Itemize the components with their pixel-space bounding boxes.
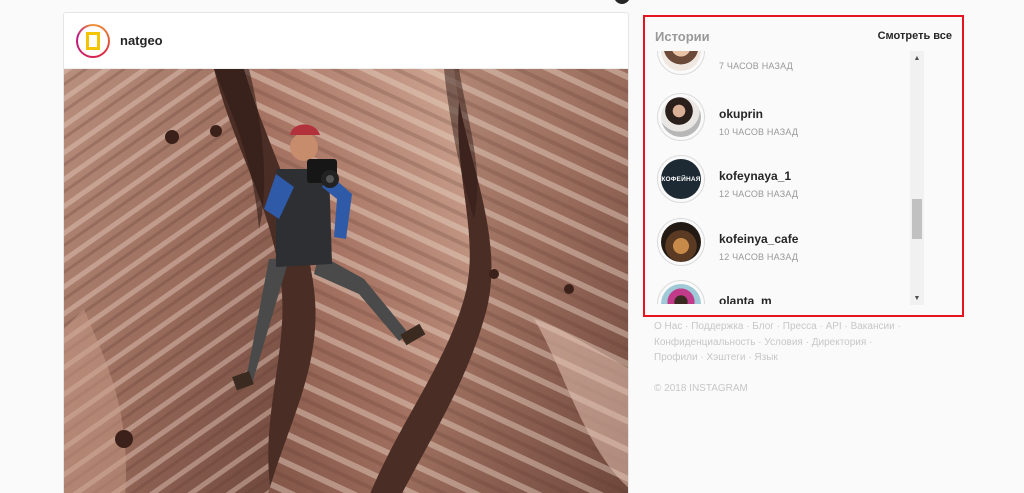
story-time: 12 ЧАСОВ НАЗАД: [719, 189, 799, 199]
story-avatar-badge: КОФЕЙНАЯ: [661, 175, 701, 183]
story-username[interactable]: kofeynaya_1: [719, 169, 791, 183]
story-username[interactable]: okuprin: [719, 107, 763, 121]
footer-link[interactable]: Директория: [812, 337, 867, 348]
post-card: natgeo: [63, 12, 629, 493]
footer-link[interactable]: Условия: [764, 337, 803, 348]
see-all-stories-link[interactable]: Смотреть все: [878, 30, 952, 42]
story-avatar[interactable]: [657, 51, 705, 75]
story-time: 10 ЧАСОВ НАЗАД: [719, 127, 799, 137]
national-geographic-logo-icon: [78, 25, 108, 56]
stories-scrollbar[interactable]: ▲ ▼: [910, 51, 924, 305]
scroll-up-arrow-icon[interactable]: ▲: [910, 51, 924, 65]
footer-link[interactable]: API: [826, 321, 842, 332]
footer-link[interactable]: Профили: [654, 352, 698, 363]
story-username[interactable]: olanta_m: [719, 294, 772, 304]
scroll-down-arrow-icon[interactable]: ▼: [910, 291, 924, 305]
story-username[interactable]: kofeinya_cafe: [719, 232, 798, 246]
footer-link[interactable]: Конфиденциальность: [654, 337, 755, 348]
scrollbar-thumb[interactable]: [912, 199, 922, 239]
canyon-photo: [64, 69, 628, 493]
story-avatar[interactable]: [657, 218, 705, 266]
copyright-text: © 2018 INSTAGRAM: [654, 383, 748, 394]
stories-header: Истории Смотреть все: [655, 27, 952, 45]
story-time: 12 ЧАСОВ НАЗАД: [719, 252, 799, 262]
story-avatar[interactable]: КОФЕЙНАЯ: [657, 155, 705, 203]
post-photo[interactable]: [64, 69, 628, 493]
story-avatar[interactable]: [657, 93, 705, 141]
top-element-peek: [614, 0, 630, 4]
stories-panel: Истории Смотреть все 7 ЧАСОВ НАЗАД okupr…: [643, 15, 964, 317]
footer-link[interactable]: Поддержка: [691, 321, 743, 332]
story-time: 7 ЧАСОВ НАЗАД: [719, 61, 793, 71]
story-item[interactable]: olanta_m: [655, 278, 925, 304]
story-item[interactable]: okuprin 10 ЧАСОВ НАЗАД: [655, 91, 925, 143]
post-header: natgeo: [64, 13, 628, 69]
footer-link[interactable]: Хэштеги: [706, 352, 745, 363]
stories-list: 7 ЧАСОВ НАЗАД okuprin 10 ЧАСОВ НАЗАД КОФ…: [655, 51, 925, 304]
footer-link[interactable]: Вакансии: [851, 321, 895, 332]
footer-link[interactable]: Блог: [752, 321, 774, 332]
story-item[interactable]: 7 ЧАСОВ НАЗАД: [655, 51, 925, 77]
footer-link[interactable]: Пресса: [783, 321, 817, 332]
stories-title: Истории: [655, 28, 710, 44]
user-avatar[interactable]: [76, 23, 110, 58]
footer-links: О Нас · Поддержка · Блог · Пресса · API …: [654, 321, 901, 363]
footer-link[interactable]: О Нас: [654, 321, 682, 332]
story-item[interactable]: КОФЕЙНАЯ kofeynaya_1 12 ЧАСОВ НАЗАД: [655, 153, 925, 205]
footer-link[interactable]: Язык: [754, 352, 777, 363]
post-username[interactable]: natgeo: [120, 33, 163, 48]
story-avatar[interactable]: [657, 280, 705, 304]
story-item[interactable]: kofeinya_cafe 12 ЧАСОВ НАЗАД: [655, 216, 925, 268]
